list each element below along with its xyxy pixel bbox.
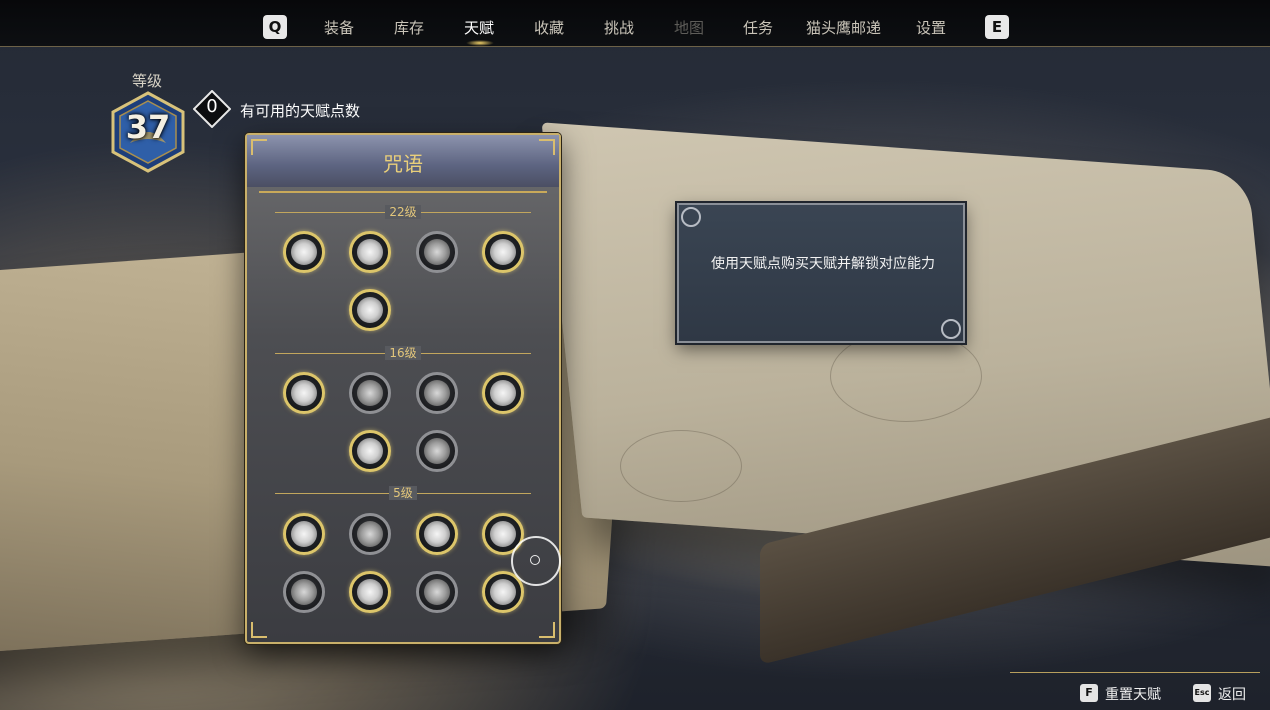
- main-nav: Q 装备 库存 天赋 收藏 挑战 地图 任务 猫头鹰邮递 设置 E: [0, 0, 1270, 46]
- talent-icon: [424, 579, 450, 605]
- talent-icon: [357, 239, 383, 265]
- talent-icon: [490, 579, 516, 605]
- talent-icon: [357, 579, 383, 605]
- tab-quests[interactable]: 任务: [743, 17, 773, 38]
- talent-icon: [424, 239, 450, 265]
- info-tooltip: 使用天赋点购买天赋并解锁对应能力: [677, 203, 965, 343]
- level-label: 等级: [132, 72, 163, 90]
- talent-node[interactable]: [349, 372, 391, 414]
- back-key[interactable]: Esc: [1193, 684, 1211, 702]
- talent-node[interactable]: [349, 513, 391, 555]
- tier-label-text: 22级: [385, 205, 421, 219]
- book-sketch: [620, 430, 742, 502]
- active-tab-indicator: [466, 40, 494, 46]
- corner-ornament: [539, 139, 555, 155]
- tooltip-ornament: [681, 207, 701, 227]
- talent-points-count: 0: [206, 96, 218, 117]
- talent-icon: [291, 380, 317, 406]
- tab-settings[interactable]: 设置: [916, 17, 946, 38]
- talent-icon: [424, 380, 450, 406]
- talent-icon: [291, 239, 317, 265]
- talent-icon: [357, 380, 383, 406]
- tier-label: 22级: [247, 203, 559, 220]
- talent-node[interactable]: [482, 372, 524, 414]
- tier-label-text: 16级: [385, 346, 421, 360]
- talent-node[interactable]: [416, 571, 458, 613]
- talent-icon: [357, 438, 383, 464]
- talent-node[interactable]: [416, 231, 458, 273]
- talent-node[interactable]: [283, 372, 325, 414]
- talent-icon: [357, 521, 383, 547]
- talent-node[interactable]: [349, 430, 391, 472]
- talent-icon: [490, 521, 516, 547]
- tier-label: 5级: [247, 484, 559, 501]
- talent-node[interactable]: [482, 231, 524, 273]
- reset-talents-label[interactable]: 重置天赋: [1105, 684, 1161, 704]
- tab-map[interactable]: 地图: [674, 17, 704, 38]
- talent-node[interactable]: [416, 430, 458, 472]
- talent-points-label: 有可用的天赋点数: [240, 102, 361, 120]
- tab-challenges[interactable]: 挑战: [604, 17, 634, 38]
- book-sketch: [830, 330, 982, 422]
- talent-node[interactable]: [349, 289, 391, 331]
- talent-node[interactable]: [283, 571, 325, 613]
- talent-icon: [424, 521, 450, 547]
- talent-node[interactable]: [416, 513, 458, 555]
- talent-icon: [490, 239, 516, 265]
- talent-node[interactable]: [349, 571, 391, 613]
- tab-collections[interactable]: 收藏: [534, 17, 564, 38]
- talent-node[interactable]: [283, 231, 325, 273]
- tooltip-ornament: [941, 319, 961, 339]
- level-number: 37: [125, 108, 171, 146]
- talent-node[interactable]: [283, 513, 325, 555]
- nav-prev-key[interactable]: Q: [263, 15, 287, 39]
- tier-label-text: 5级: [389, 486, 417, 500]
- back-label[interactable]: 返回: [1218, 684, 1246, 704]
- tab-talents[interactable]: 天赋: [464, 17, 494, 38]
- tooltip-text: 使用天赋点购买天赋并解锁对应能力: [711, 256, 935, 272]
- tier-label: 16级: [247, 344, 559, 361]
- nav-next-key[interactable]: E: [985, 15, 1009, 39]
- corner-ornament: [251, 622, 267, 638]
- cursor-dot: [530, 555, 540, 565]
- panel-title: 咒语: [383, 152, 423, 176]
- bottom-divider: [1010, 672, 1260, 673]
- tab-inventory[interactable]: 库存: [394, 17, 424, 38]
- reset-talents-key[interactable]: F: [1080, 684, 1098, 702]
- header-divider: [259, 191, 547, 193]
- talent-icon: [424, 438, 450, 464]
- talent-node[interactable]: [416, 372, 458, 414]
- tab-owl-post[interactable]: 猫头鹰邮递: [806, 17, 881, 38]
- talent-icon: [357, 297, 383, 323]
- talent-icon: [291, 579, 317, 605]
- talent-icon: [490, 380, 516, 406]
- talent-icon: [291, 521, 317, 547]
- tab-gear[interactable]: 装备: [324, 17, 354, 38]
- corner-ornament: [539, 622, 555, 638]
- corner-ornament: [251, 139, 267, 155]
- talent-node[interactable]: [349, 231, 391, 273]
